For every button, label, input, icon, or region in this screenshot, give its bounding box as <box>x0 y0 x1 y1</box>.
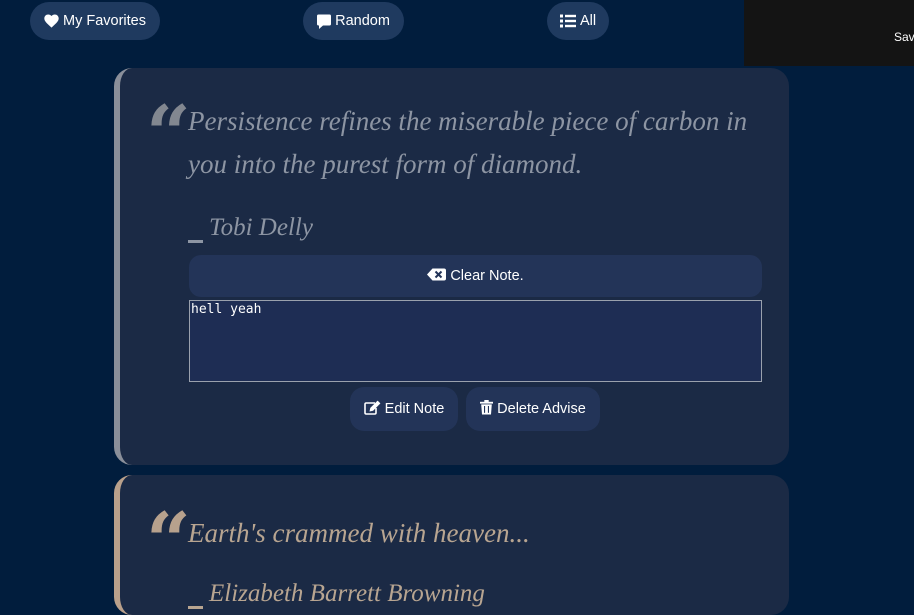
delete-advise-label: Delete Advise <box>497 401 586 417</box>
edit-note-label: Edit Note <box>384 401 445 417</box>
edit-note-button[interactable]: Edit Note <box>350 387 458 431</box>
random-button[interactable]: Random <box>303 2 404 40</box>
delete-advise-button[interactable]: Delete Advise <box>466 387 600 431</box>
backspace-icon <box>427 268 447 285</box>
edit-icon <box>363 400 381 419</box>
quote-card: “ Persistence refines the miserable piec… <box>114 68 789 465</box>
author-name: Elizabeth Barrett Browning <box>209 580 485 607</box>
all-label: All <box>579 13 597 29</box>
my-favorites-label: My Favorites <box>63 13 146 29</box>
note-textarea[interactable]: hell yeah <box>189 300 762 382</box>
author-dash <box>188 240 203 243</box>
clear-note-button[interactable]: Clear Note. <box>189 255 762 297</box>
quote-author: Tobi Delly <box>188 214 313 243</box>
random-label: Random <box>335 13 390 29</box>
my-favorites-button[interactable]: My Favorites <box>30 2 160 40</box>
quote-text: Earth's crammed with heaven... <box>188 518 530 548</box>
heart-icon <box>44 14 59 28</box>
all-button[interactable]: All <box>547 2 609 40</box>
author-name: Tobi Delly <box>209 214 313 241</box>
list-icon <box>559 14 576 28</box>
quote-mark-icon: “ <box>146 89 191 180</box>
quote-text: Persistence refines the miserable piece … <box>188 106 748 179</box>
quote-mark-icon: “ <box>146 496 191 587</box>
quote-card: “ Earth's crammed with heaven... Elizabe… <box>114 475 789 615</box>
quote-author: Elizabeth Barrett Browning <box>188 580 485 609</box>
clear-note-label: Clear Note. <box>450 268 524 284</box>
author-dash <box>188 606 203 609</box>
toast-text: Saved <box>894 30 914 44</box>
trash-icon <box>480 399 494 419</box>
comment-icon <box>317 14 332 29</box>
saved-toast: Saved <box>744 0 914 66</box>
